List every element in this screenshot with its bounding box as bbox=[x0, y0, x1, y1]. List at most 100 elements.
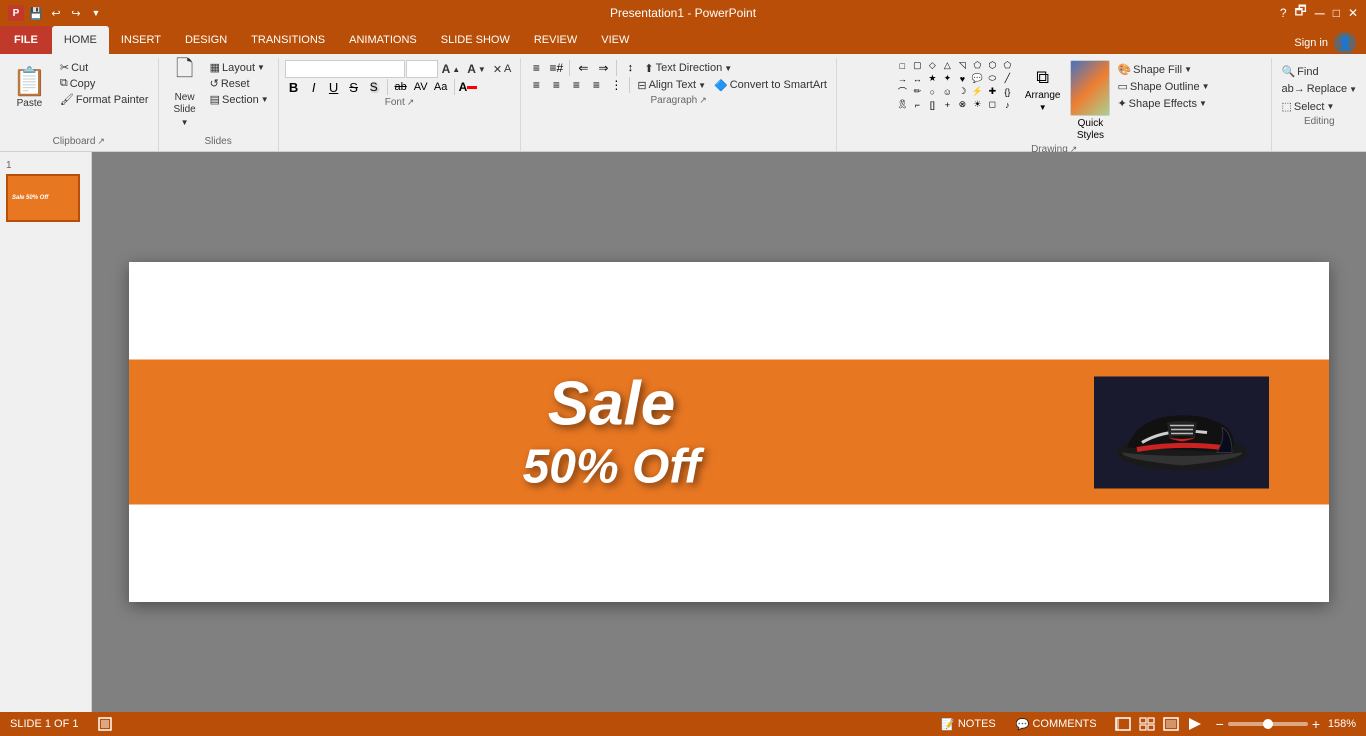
justify-button[interactable]: ≡ bbox=[587, 77, 605, 93]
tab-slide-show[interactable]: SLIDE SHOW bbox=[429, 26, 522, 54]
shape-cylinder[interactable]: ⬭ bbox=[986, 73, 999, 84]
slide-sorter-button[interactable] bbox=[1136, 715, 1158, 733]
tab-insert[interactable]: INSERT bbox=[109, 26, 173, 54]
restore-icon[interactable]: 🗗 bbox=[1295, 2, 1307, 24]
customize-quick-access-icon[interactable]: ▼ bbox=[88, 5, 104, 21]
shape-rounded-rect[interactable]: ▢ bbox=[911, 60, 924, 71]
columns-button[interactable]: ⋮ bbox=[607, 77, 625, 93]
comments-button[interactable]: 💬 COMMENTS bbox=[1011, 717, 1102, 732]
tab-file[interactable]: FILE bbox=[0, 26, 52, 54]
help-icon[interactable]: ? bbox=[1280, 6, 1287, 20]
new-slide-button[interactable]: 🗋 NewSlide ▼ bbox=[165, 60, 205, 118]
shape-hexagon[interactable]: ⬡ bbox=[986, 60, 999, 71]
shape-cross[interactable]: ✚ bbox=[986, 86, 999, 97]
normal-view-button[interactable] bbox=[1112, 715, 1134, 733]
tab-home[interactable]: HOME bbox=[52, 26, 109, 54]
canvas-area[interactable]: Sale 50% Off bbox=[92, 152, 1366, 712]
shape-callout[interactable]: 💬 bbox=[971, 73, 984, 84]
format-painter-button[interactable]: 🖌 Format Painter bbox=[57, 92, 152, 107]
shape-note[interactable]: ♪ bbox=[1001, 99, 1014, 110]
shape-flowchart[interactable]: ◻ bbox=[986, 99, 999, 110]
decrease-indent-button[interactable]: ⇐ bbox=[574, 60, 592, 76]
shape-diamond[interactable]: ◇ bbox=[926, 60, 939, 71]
font-color-button[interactable]: A bbox=[459, 79, 477, 95]
layout-button[interactable]: ▦ Layout ▼ bbox=[207, 60, 272, 75]
underline-button[interactable]: U bbox=[325, 79, 343, 95]
shape-lightning[interactable]: ⚡ bbox=[971, 86, 984, 97]
change-case-button[interactable]: Aa bbox=[432, 79, 450, 95]
shape-pentagon[interactable]: ⬠ bbox=[971, 60, 984, 71]
text-direction-button[interactable]: ⬆ Text Direction ▼ bbox=[641, 61, 735, 76]
save-icon[interactable]: 💾 bbox=[28, 5, 44, 21]
tab-transitions[interactable]: TRANSITIONS bbox=[239, 26, 337, 54]
convert-smartart-button[interactable]: 🔷 Convert to SmartArt bbox=[711, 78, 830, 93]
cut-button[interactable]: ✂ Cut bbox=[57, 60, 152, 75]
arrange-button[interactable]: ⧉ Arrange ▼ bbox=[1019, 60, 1067, 118]
align-text-button[interactable]: ⊟ Align Text ▼ bbox=[634, 78, 709, 93]
clear-format-button[interactable]: ✕A bbox=[490, 62, 515, 77]
paste-button[interactable]: 📋 Paste bbox=[6, 60, 53, 118]
reset-button[interactable]: ↺ Reset bbox=[207, 76, 272, 91]
minimize-icon[interactable]: ─ bbox=[1315, 5, 1325, 21]
shape-star4[interactable]: ✦ bbox=[941, 73, 954, 84]
shape-plus[interactable]: + bbox=[941, 99, 954, 110]
shape-line[interactable]: ╱ bbox=[1001, 73, 1014, 84]
notes-button[interactable]: 📝 NOTES bbox=[936, 717, 1001, 732]
shape-moon[interactable]: ☽ bbox=[956, 86, 969, 97]
shape-brace[interactable]: {} bbox=[1001, 86, 1014, 97]
shape-dbl-arrow[interactable]: ↔ bbox=[911, 73, 924, 84]
zoom-plus-button[interactable]: + bbox=[1312, 716, 1320, 732]
decrease-font-button[interactable]: A▼ bbox=[464, 61, 489, 77]
align-center-button[interactable]: ≡ bbox=[547, 77, 565, 93]
clipboard-group-label[interactable]: Clipboard ↗ bbox=[6, 134, 152, 149]
slide-banner[interactable]: Sale 50% Off bbox=[129, 360, 1329, 505]
numbered-list-button[interactable]: ≡# bbox=[547, 60, 565, 76]
shape-bracket[interactable]: [] bbox=[926, 99, 939, 110]
undo-icon[interactable]: ↩ bbox=[48, 5, 64, 21]
shape-rect[interactable]: □ bbox=[896, 60, 909, 71]
redo-icon[interactable]: ↪ bbox=[68, 5, 84, 21]
quick-styles-button[interactable]: QuickStyles bbox=[1070, 60, 1110, 142]
shape-arrow[interactable]: → bbox=[896, 73, 909, 84]
shape-heart[interactable]: ♥ bbox=[956, 73, 969, 84]
shape-no[interactable]: ⊗ bbox=[956, 99, 969, 110]
section-button[interactable]: ▤ Section ▼ bbox=[207, 92, 272, 107]
zoom-minus-button[interactable]: − bbox=[1216, 716, 1224, 732]
shape-right-triangle[interactable]: ◹ bbox=[956, 60, 969, 71]
align-right-button[interactable]: ≡ bbox=[567, 77, 585, 93]
shape-smiley[interactable]: ☺ bbox=[941, 86, 954, 97]
tab-review[interactable]: REVIEW bbox=[522, 26, 589, 54]
bold-button[interactable]: B bbox=[285, 79, 303, 95]
tab-view[interactable]: VIEW bbox=[589, 26, 641, 54]
shape-star5[interactable]: ★ bbox=[926, 73, 939, 84]
slideshow-button[interactable] bbox=[1184, 715, 1206, 733]
font-group-label[interactable]: Font ↗ bbox=[285, 95, 515, 110]
increase-font-button[interactable]: A▲ bbox=[439, 61, 464, 77]
select-button[interactable]: ⬚ Select ▼ bbox=[1278, 99, 1360, 114]
copy-button[interactable]: ⧉ Copy bbox=[57, 76, 152, 91]
font-name-input[interactable] bbox=[285, 60, 405, 78]
maximize-icon[interactable]: □ bbox=[1333, 6, 1340, 20]
font-size-input[interactable]: 7.8 bbox=[406, 60, 438, 78]
shape-effects-button[interactable]: ✦ Shape Effects ▼ bbox=[1114, 96, 1212, 111]
shape-tab[interactable]: ⌐ bbox=[911, 99, 924, 110]
line-spacing-button[interactable]: ↕ bbox=[621, 60, 639, 76]
text-shadow-button[interactable]: S bbox=[365, 79, 383, 95]
char-spacing-button[interactable]: AV bbox=[412, 79, 430, 95]
tab-animations[interactable]: ANIMATIONS bbox=[337, 26, 429, 54]
shape-triangle[interactable]: △ bbox=[941, 60, 954, 71]
shape-ribbon[interactable]: 🎗 bbox=[896, 99, 909, 110]
bullet-list-button[interactable]: ≡ bbox=[527, 60, 545, 76]
zoom-slider[interactable] bbox=[1228, 722, 1308, 726]
strikethrough2-button[interactable]: ab bbox=[392, 79, 410, 95]
paragraph-group-label[interactable]: Paragraph ↗ bbox=[527, 93, 830, 108]
close-icon[interactable]: ✕ bbox=[1348, 6, 1358, 20]
italic-button[interactable]: I bbox=[305, 79, 323, 95]
find-button[interactable]: 🔍 Find bbox=[1278, 64, 1360, 79]
increase-indent-button[interactable]: ⇒ bbox=[594, 60, 612, 76]
fit-slide-button[interactable] bbox=[94, 716, 116, 732]
shape-fill-button[interactable]: 🎨 Shape Fill ▼ bbox=[1114, 62, 1212, 77]
strikethrough-button[interactable]: S bbox=[345, 79, 363, 95]
reading-view-button[interactable] bbox=[1160, 715, 1182, 733]
shape-outline-button[interactable]: ▭ Shape Outline ▼ bbox=[1114, 79, 1212, 94]
